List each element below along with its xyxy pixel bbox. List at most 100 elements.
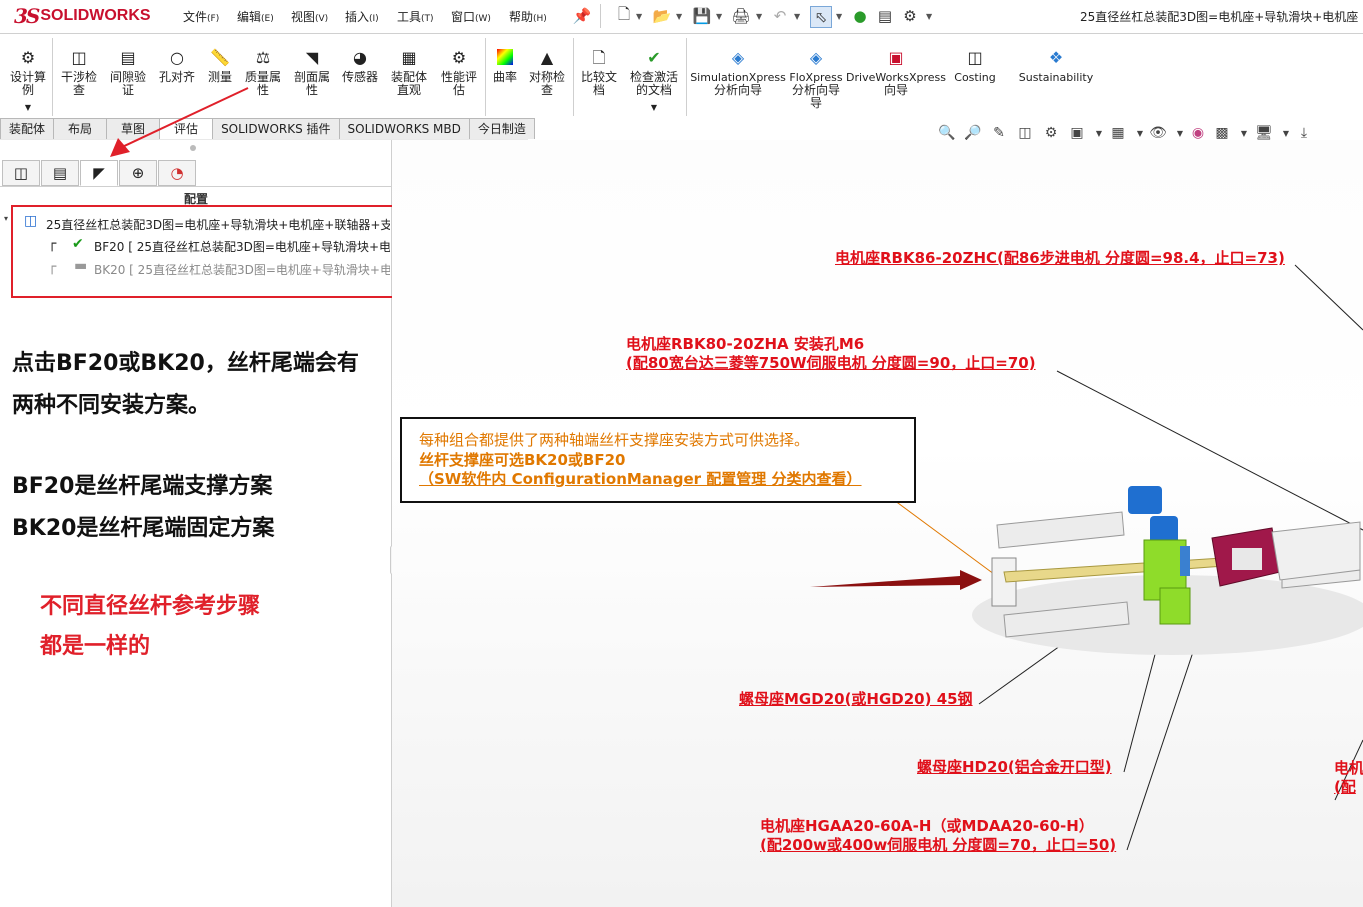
menu-window[interactable]: 窗口(W): [451, 8, 491, 25]
chevron-down-icon[interactable]: ▼: [794, 12, 800, 21]
chevron-down-icon[interactable]: ▼: [636, 12, 642, 21]
ds-logo-icon: 3S: [14, 4, 40, 28]
compare-button[interactable]: 🗋 比较文档: [576, 34, 622, 97]
instruction-line-3: BF20是丝杆尾端支撑方案: [12, 474, 273, 499]
title-bar: 3S SOLIDWORKS 文件(F) 编辑(E) 视图(V) 插入(I) 工具…: [0, 0, 1363, 34]
annotation-cut-line2: (配: [1334, 778, 1356, 796]
chevron-down-icon[interactable]: ▼: [716, 12, 722, 21]
annotation-rbk80-line2: (配80宽台达三菱等750W伺服电机 分度圆=90，止口=70): [626, 354, 1036, 372]
curvature-button[interactable]: 曲率: [488, 34, 522, 84]
sustainability-button[interactable]: ❖ Sustainability: [1015, 34, 1097, 84]
open-folder-icon[interactable]: 📂: [652, 6, 672, 26]
file-properties-icon[interactable]: ▤: [875, 6, 895, 26]
annotation-hgaa20-line1: 电机座HGAA20-60A-H（或MDAA20-60-H）: [760, 817, 1094, 835]
floxpress-icon: ◈: [809, 47, 823, 67]
sensor-icon: ◕: [353, 47, 367, 67]
floxpress-button[interactable]: ◈ FloXpress 分析向导导: [786, 34, 846, 110]
simulationxpress-button[interactable]: ◈ SimulationXpress 分析向导: [690, 34, 786, 97]
interference-button[interactable]: ◫ 干涉检查: [57, 34, 101, 97]
feature-manager-tab-icon[interactable]: ◫: [2, 160, 40, 186]
menu-file[interactable]: 文件(F): [183, 8, 219, 25]
chevron-down-icon[interactable]: ▼: [25, 101, 31, 114]
driveworksxpress-button[interactable]: ▣ DriveWorksXpress 向导: [846, 34, 946, 97]
note-line-1: 不同直径丝杆参考步骤: [40, 594, 261, 619]
note-line-3: （SW软件内 ConfigurationManager 配置管理 分类内查看）: [419, 470, 862, 488]
note-box: 每种组合都提供了两种轴端丝杆支撑座安装方式可供选择。 丝杆支撑座可选BK20或B…: [400, 417, 916, 503]
costing-icon: ◫: [967, 47, 983, 67]
design-study-icon: ⚙: [20, 47, 36, 67]
curvature-icon: [497, 49, 513, 65]
check-active-doc-button[interactable]: ✔ 检查激活 的文档 ▼: [625, 34, 683, 114]
chevron-down-icon[interactable]: ▼: [836, 12, 842, 21]
measure-icon: 📏: [210, 47, 230, 67]
divider: [600, 4, 601, 28]
menu-tools[interactable]: 工具(T): [397, 8, 434, 25]
clearance-icon: ▤: [120, 47, 136, 67]
mass-properties-icon: ⚖: [255, 47, 271, 67]
chevron-down-icon[interactable]: ▼: [651, 101, 657, 114]
section-properties-icon: ◥: [305, 47, 319, 67]
brand-label: SOLIDWORKS: [40, 7, 151, 24]
expand-chevron-icon[interactable]: ▾: [4, 214, 8, 223]
note-line-2: 都是一样的: [40, 634, 151, 659]
divider: [686, 38, 687, 116]
sensor-button[interactable]: ◕ 传感器: [338, 34, 382, 84]
save-icon[interactable]: 💾: [692, 6, 712, 26]
annotation-cut-line1: 电机: [1334, 759, 1363, 777]
compare-icon: 🗋: [592, 47, 606, 67]
instruction-line-2: 两种不同安装方案。: [12, 393, 211, 418]
tab-today-manufacturing[interactable]: 今日制造: [468, 118, 535, 139]
menu-insert[interactable]: 插入(I): [345, 8, 379, 25]
check-icon: ✔: [647, 47, 661, 67]
pin-icon[interactable]: 📌: [572, 6, 592, 26]
divider: [485, 38, 486, 116]
annotation-rbk86: 电机座RBK86-20ZHC(配86步进电机 分度圆=98.4，止口=73): [835, 249, 1285, 267]
symmetry-button[interactable]: ▲ 对称检查: [524, 34, 570, 97]
hole-align-button[interactable]: ○ 孔对齐: [155, 34, 199, 84]
hole-align-icon: ○: [170, 47, 184, 67]
tab-layout[interactable]: 布局: [53, 118, 108, 139]
highlight-box: [11, 205, 441, 298]
menu-edit[interactable]: 编辑(E): [237, 8, 274, 25]
select-cursor-icon[interactable]: ⬁: [810, 6, 832, 28]
note-line-1: 每种组合都提供了两种轴端丝杆支撑座安装方式可供选择。: [419, 431, 810, 449]
command-tabs: 装配体 布局 草图 评估 SOLIDWORKS 插件 SOLIDWORKS MB…: [0, 118, 535, 140]
instruction-line-1: 点击BF20或BK20，丝杆尾端会有: [12, 351, 359, 376]
costing-button[interactable]: ◫ Costing: [950, 34, 1000, 84]
annotation-hgaa20-line2: (配200w或400w伺服电机 分度圆=70，止口=50): [760, 836, 1117, 854]
menu-help[interactable]: 帮助(H): [509, 8, 547, 25]
design-study-button[interactable]: ⚙ 设计算例 ▼: [6, 34, 50, 114]
performance-icon: ⚙: [451, 47, 467, 67]
menu-view[interactable]: 视图(V): [291, 8, 328, 25]
solidworks-logo[interactable]: 3S SOLIDWORKS: [14, 4, 151, 28]
tab-solidworks-mbd[interactable]: SOLIDWORKS MBD: [338, 118, 470, 139]
divider: [52, 38, 53, 116]
interference-icon: ◫: [71, 47, 87, 67]
divider: [573, 38, 574, 116]
new-document-icon[interactable]: 🗋: [614, 5, 634, 26]
undo-icon[interactable]: ↶: [770, 6, 790, 26]
property-manager-tab-icon[interactable]: ▤: [41, 160, 79, 186]
annotation-rbk80-line1: 电机座RBK80-20ZHA 安装孔M6: [626, 335, 865, 353]
instruction-line-4: BK20是丝杆尾端固定方案: [12, 516, 275, 541]
chevron-down-icon[interactable]: ▼: [676, 12, 682, 21]
options-gear-icon[interactable]: ⚙: [900, 6, 920, 26]
chevron-down-icon[interactable]: ▼: [756, 12, 762, 21]
direction-arrow: [810, 570, 982, 590]
rebuild-traffic-light-icon[interactable]: ●: [850, 6, 870, 26]
chevron-down-icon[interactable]: ▼: [926, 12, 932, 21]
driveworks-icon: ▣: [888, 47, 904, 67]
tab-assembly[interactable]: 装配体: [0, 118, 55, 139]
measure-button[interactable]: 📏 测量: [200, 34, 240, 84]
note-line-2: 丝杆支撑座可选BK20或BF20: [419, 451, 626, 469]
section-properties-button[interactable]: ◥ 剖面属性: [289, 34, 335, 97]
performance-button[interactable]: ⚙ 性能评估: [436, 34, 482, 97]
annotation-mgd20: 螺母座MGD20(或HGD20) 45钢: [739, 690, 973, 708]
sustainability-icon: ❖: [1048, 47, 1064, 67]
assembly-visualization-icon: ▦: [401, 47, 417, 67]
pointer-arrow: [110, 87, 249, 157]
symmetry-icon: ▲: [540, 47, 554, 67]
print-icon[interactable]: 🖨: [731, 6, 751, 26]
simulation-icon: ◈: [731, 47, 745, 67]
assembly-visualization-button[interactable]: ▦ 装配体 直观: [386, 34, 432, 97]
